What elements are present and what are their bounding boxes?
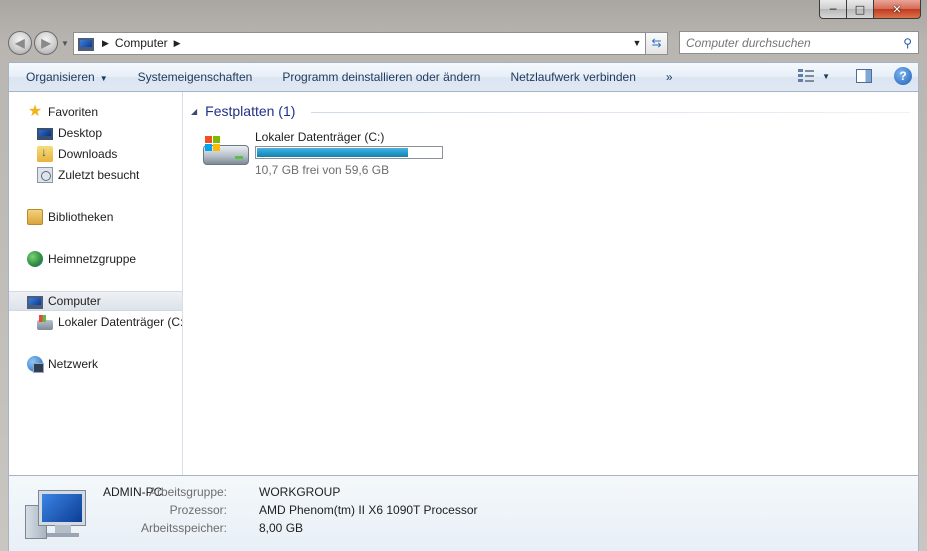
details-pane: ADMIN-PC Arbeitsgruppe: WORKGROUP Prozes… <box>8 475 919 551</box>
navigation-bar: ◀ ▶ ▼ ▶ Computer ▶ ▼ ⇆ ⚲ <box>8 30 919 56</box>
desktop-icon <box>37 128 53 140</box>
close-icon: ✕ <box>892 2 902 16</box>
command-bar: Organisieren ▼ Systemeigenschaften Progra… <box>8 62 919 92</box>
sidebar-item-label: Heimnetzgruppe <box>48 252 137 266</box>
window-frame: ─ □ ✕ ◀ ▶ ▼ ▶ Computer ▶ ▼ ⇆ ⚲ Organisie… <box>0 0 927 551</box>
sidebar-item-favorites[interactable]: ★ Favoriten <box>27 102 200 122</box>
change-view-icon[interactable] <box>798 68 815 84</box>
forward-button[interactable]: ▶ <box>34 31 58 55</box>
close-button[interactable]: ✕ <box>874 0 921 19</box>
collapse-triangle-icon[interactable]: ◢ <box>191 107 197 116</box>
computer-icon <box>25 491 87 541</box>
sidebar-item-label: Downloads <box>58 147 118 161</box>
drive-usage-fill <box>257 148 408 157</box>
organize-label: Organisieren <box>26 70 95 84</box>
search-icon[interactable]: ⚲ <box>903 36 912 50</box>
sidebar-item-label: Favoriten <box>48 105 99 119</box>
back-arrow-icon: ◀ <box>15 36 25 50</box>
detail-value: AMD Phenom(tm) II X6 1090T Processor <box>259 503 478 517</box>
detail-label: Arbeitsspeicher: <box>140 521 227 535</box>
sidebar-item-network[interactable]: Netzwerk <box>27 354 200 374</box>
more-commands-button[interactable]: » <box>651 70 688 84</box>
minimize-icon: ─ <box>829 2 837 16</box>
sidebar-item-label: Desktop <box>58 126 103 140</box>
view-options-dropdown-icon[interactable]: ▼ <box>822 72 830 81</box>
content-area: ★ Favoriten Desktop Downloads Zuletzt be… <box>8 92 919 475</box>
homegroup-icon <box>27 251 43 267</box>
preview-pane-icon[interactable] <box>856 69 872 83</box>
sidebar-item-label: Zuletzt besucht <box>58 168 140 182</box>
sidebar-item-computer[interactable]: Computer <box>9 291 182 311</box>
computer-icon <box>78 37 94 51</box>
dropdown-arrow-icon: ▼ <box>99 74 108 83</box>
computer-icon <box>27 295 43 309</box>
windows-logo-icon <box>205 136 220 151</box>
sidebar-item-libraries[interactable]: Bibliotheken <box>27 207 200 227</box>
search-box[interactable]: ⚲ <box>679 31 919 54</box>
downloads-folder-icon <box>37 145 53 162</box>
organize-menu-button[interactable]: Organisieren ▼ <box>9 70 123 84</box>
detail-value: WORKGROUP <box>259 485 341 499</box>
breadcrumb-chevron-icon[interactable]: ▶ <box>174 38 181 49</box>
search-input[interactable] <box>686 35 904 50</box>
detail-value: 8,00 GB <box>259 521 304 535</box>
minimize-button[interactable]: ─ <box>819 0 847 19</box>
recent-pages-dropdown[interactable]: ▼ <box>60 39 70 48</box>
group-header-hard-drives[interactable]: ◢ Festplatten (1) <box>191 103 295 119</box>
hard-drive-icon <box>201 136 251 168</box>
recent-places-icon <box>37 167 53 183</box>
drive-free-space: 10,7 GB frei von 59,6 GB <box>255 163 390 177</box>
system-properties-button[interactable]: Systemeigenschaften <box>123 70 268 84</box>
sidebar-item-homegroup[interactable]: Heimnetzgruppe <box>27 249 200 269</box>
breadcrumb-chevron-icon[interactable]: ▶ <box>102 38 109 49</box>
sidebar-item-label: Netzwerk <box>48 357 99 371</box>
help-icon[interactable]: ? <box>894 67 912 85</box>
sidebar-item-local-disk[interactable]: Lokaler Datenträger (C:) <box>37 312 182 332</box>
address-dropdown-icon[interactable]: ▼ <box>629 38 645 48</box>
drive-tile-c[interactable]: Lokaler Datenträger (C:) 10,7 GB frei vo… <box>201 128 461 180</box>
caption-buttons: ─ □ ✕ <box>819 0 921 19</box>
libraries-icon <box>27 209 43 225</box>
sidebar-item-label: Lokaler Datenträger (C:) <box>58 315 182 329</box>
sidebar-item-label: Bibliotheken <box>48 210 114 224</box>
maximize-icon: □ <box>854 2 866 16</box>
file-list-pane: ◢ Festplatten (1) Lokaler Datenträger (C… <box>183 92 918 475</box>
detail-label: Prozessor: <box>169 503 227 517</box>
navigation-pane: ★ Favoriten Desktop Downloads Zuletzt be… <box>9 92 183 475</box>
uninstall-program-button[interactable]: Programm deinstallieren oder ändern <box>267 70 495 84</box>
map-network-drive-button[interactable]: Netzlaufwerk verbinden <box>495 70 650 84</box>
back-button[interactable]: ◀ <box>8 31 32 55</box>
breadcrumb-computer[interactable]: Computer <box>115 36 168 50</box>
drive-usage-bar <box>255 146 443 159</box>
group-title: Festplatten (1) <box>205 103 296 119</box>
detail-label: Arbeitsgruppe: <box>148 485 227 499</box>
forward-arrow-icon: ▶ <box>41 36 51 50</box>
local-disk-icon <box>37 314 53 330</box>
drive-name: Lokaler Datenträger (C:) <box>255 130 385 144</box>
star-icon: ★ <box>27 103 43 120</box>
sidebar-item-label: Computer <box>48 294 101 308</box>
group-divider <box>311 112 910 113</box>
address-bar[interactable]: ▶ Computer ▶ ▼ <box>73 31 646 55</box>
maximize-button[interactable]: □ <box>847 0 874 19</box>
network-icon <box>27 356 44 373</box>
refresh-button[interactable]: ⇆ <box>646 31 668 55</box>
refresh-icon: ⇆ <box>651 36 662 50</box>
